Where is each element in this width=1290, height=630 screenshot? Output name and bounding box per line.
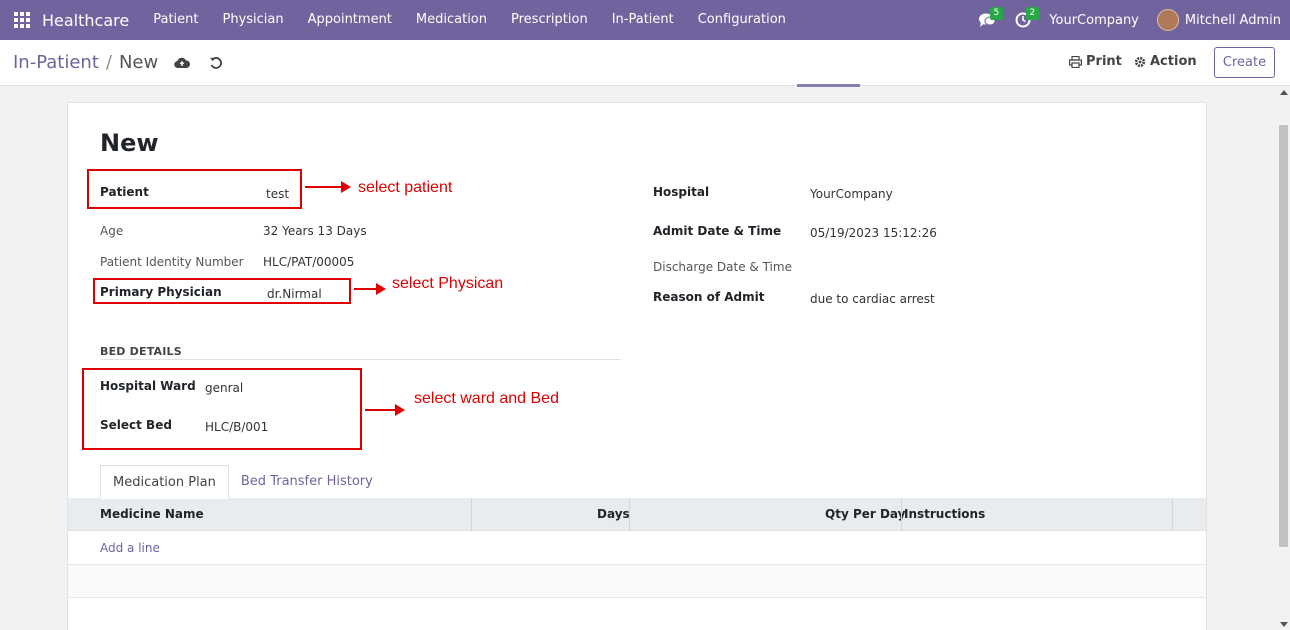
reason-of-admit-field[interactable]: due to cardiac arrest (810, 292, 935, 306)
scroll-down-arrow-icon[interactable] (1280, 622, 1288, 627)
physician-highlight-box (93, 278, 351, 304)
navbar-systray: 5 2 YourCompany Mitchell Admin (969, 0, 1290, 40)
control-panel: In-Patient / New Print Action Create (0, 40, 1290, 87)
breadcrumb-current: New (118, 52, 159, 73)
scrollbar-thumb[interactable] (1279, 125, 1288, 547)
ward-bed-highlight-box (82, 368, 362, 450)
reason-of-admit-label: Reason of Admit (653, 290, 765, 304)
activities-count-badge: 2 (1025, 7, 1040, 20)
page-title: New (100, 129, 159, 157)
printer-icon (1069, 55, 1082, 68)
menu-item-medication[interactable]: Medication (404, 0, 499, 40)
age-value: 32 Years 13 Days (263, 224, 367, 238)
hospital-field[interactable]: YourCompany (810, 187, 893, 201)
messages-count-badge: 5 (989, 7, 1004, 20)
activities-button[interactable]: 2 (1005, 0, 1041, 40)
column-separator (1172, 498, 1173, 531)
patient-highlight-box (87, 169, 302, 209)
column-medicine-name[interactable]: Medicine Name (100, 498, 204, 531)
company-switcher[interactable]: YourCompany (1049, 13, 1139, 28)
patient-annotation: select patient (358, 179, 453, 196)
save-cloud-icon[interactable] (172, 53, 192, 73)
menu-item-configuration[interactable]: Configuration (686, 0, 798, 40)
messages-button[interactable]: 5 (969, 0, 1005, 40)
column-instructions[interactable]: Instructions (904, 498, 985, 531)
physician-annotation: select Physican (392, 275, 504, 292)
medication-table-header: Medicine Name Days Qty Per Day Instructi… (68, 498, 1206, 531)
main-menu: Patient Physician Appointment Medication… (141, 0, 798, 40)
menu-item-physician[interactable]: Physician (210, 0, 295, 40)
apps-grid-icon[interactable] (14, 12, 30, 28)
discharge-datetime-field[interactable] (810, 260, 1110, 276)
patient-identity-value: HLC/PAT/00005 (263, 255, 355, 269)
scroll-up-arrow-icon[interactable] (1280, 90, 1288, 95)
breadcrumb: In-Patient / New (13, 52, 226, 73)
table-row (68, 598, 1206, 630)
create-button[interactable]: Create (1214, 47, 1275, 78)
menu-item-patient[interactable]: Patient (141, 0, 210, 40)
admit-datetime-field[interactable]: 05/19/2023 15:12:26 (810, 226, 937, 240)
patient-identity-label: Patient Identity Number (100, 255, 244, 269)
menu-item-prescription[interactable]: Prescription (499, 0, 600, 40)
admit-datetime-label: Admit Date & Time (653, 224, 782, 238)
physician-arrow (354, 283, 386, 295)
add-a-line-link[interactable]: Add a line (100, 541, 160, 555)
hospital-label: Hospital (653, 185, 710, 199)
age-label: Age (100, 224, 124, 238)
menu-item-appointment[interactable]: Appointment (296, 0, 404, 40)
tab-bed-transfer-history[interactable]: Bed Transfer History (229, 465, 385, 499)
discard-undo-icon[interactable] (206, 53, 226, 73)
app-brand[interactable]: Healthcare (42, 11, 129, 30)
action-label: Action (1150, 54, 1197, 69)
column-days[interactable]: Days (597, 498, 630, 531)
user-menu[interactable]: Mitchell Admin (1185, 13, 1281, 28)
menu-item-in-patient[interactable]: In-Patient (600, 0, 686, 40)
bed-details-title: BED DETAILS (100, 345, 182, 358)
breadcrumb-in-patient[interactable]: In-Patient (13, 52, 99, 73)
status-indicator (797, 84, 860, 87)
ward-bed-arrow (365, 404, 405, 416)
table-row (68, 565, 1206, 598)
column-separator (901, 498, 902, 531)
section-divider (100, 359, 621, 360)
notebook-tabs: Medication Plan Bed Transfer History (100, 465, 385, 499)
avatar[interactable] (1156, 9, 1179, 31)
ward-bed-annotation: select ward and Bed (414, 390, 559, 407)
patient-arrow (305, 181, 351, 193)
column-separator (471, 498, 472, 531)
gear-icon (1134, 56, 1146, 67)
breadcrumb-separator: / (105, 52, 112, 73)
tab-medication-plan[interactable]: Medication Plan (100, 465, 229, 499)
action-button[interactable]: Action (1134, 54, 1197, 69)
discharge-datetime-label: Discharge Date & Time (653, 260, 792, 274)
column-separator (629, 498, 630, 531)
column-qty-per-day[interactable]: Qty Per Day (825, 498, 905, 531)
print-button[interactable]: Print (1069, 54, 1122, 69)
top-navbar: Healthcare Patient Physician Appointment… (0, 0, 1290, 40)
table-row: Add a line (68, 532, 1206, 565)
print-label: Print (1086, 54, 1122, 69)
